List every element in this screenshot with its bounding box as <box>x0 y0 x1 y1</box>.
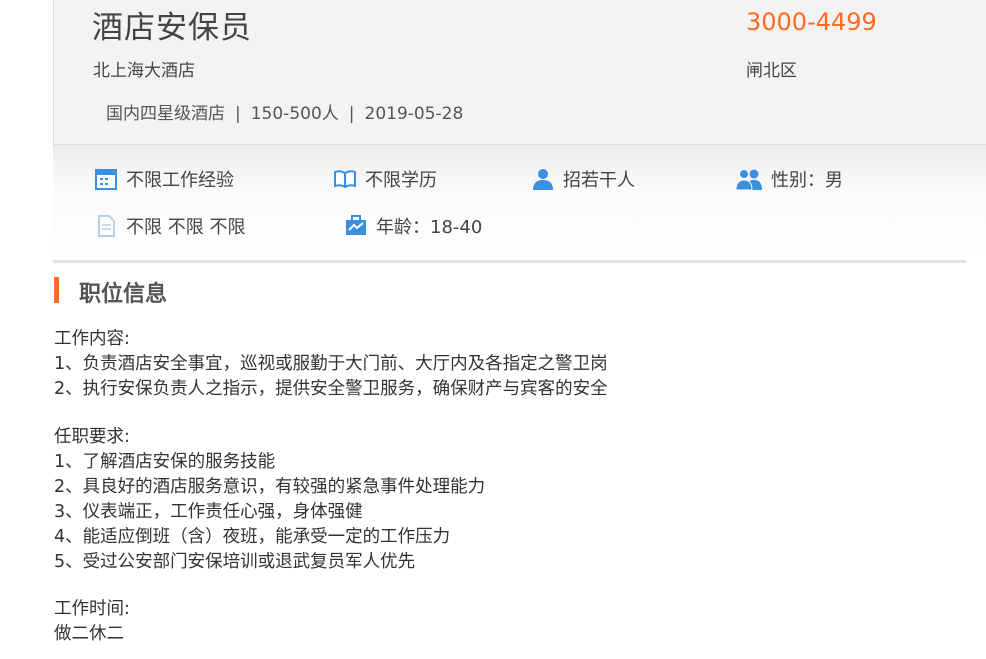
list-item: 1、了解酒店安保的服务技能 <box>54 452 276 472</box>
people-icon <box>735 169 762 191</box>
book-icon <box>334 170 356 189</box>
list-item: 2、执行安保负责人之指示，提供安全警卫服务，确保财产与宾客的安全 <box>54 379 608 399</box>
headcount-text: 招若干人 <box>563 170 635 191</box>
req-age: 年龄：18-40 <box>344 213 482 239</box>
hours-value: 做二休二 <box>54 624 124 644</box>
salary: 3000-4499 <box>746 8 877 36</box>
list-item: 5、受过公安部门安保培训或退武复员军人优先 <box>54 552 416 572</box>
section-divider <box>53 260 966 263</box>
document-icon <box>98 215 115 237</box>
separator: | <box>348 104 355 124</box>
other-text: 不限 不限 不限 <box>126 217 246 238</box>
experience-text: 不限工作经验 <box>126 170 234 191</box>
separator: | <box>235 104 241 124</box>
age-text: 年龄：18-40 <box>376 217 483 238</box>
requirements-heading: 任职要求: <box>54 427 130 447</box>
post-date: 2019-05-28 <box>364 104 464 124</box>
req-gender: 性别：男 <box>735 166 843 192</box>
company-type: 国内四星级酒店 <box>106 104 225 124</box>
briefcase-icon <box>346 215 366 235</box>
requirements-band <box>53 145 986 262</box>
section-title: 职位信息 <box>79 282 168 307</box>
content-heading: 工作内容: <box>54 329 130 349</box>
list-item: 2、具良好的酒店服务意识，有较强的紧急事件处理能力 <box>54 477 486 497</box>
list-item: 3、仪表端正，工作责任心强，身体强健 <box>54 502 363 522</box>
req-headcount: 招若干人 <box>531 166 635 192</box>
calendar-icon <box>95 169 117 190</box>
req-education: 不限学历 <box>333 166 437 192</box>
req-experience: 不限工作经验 <box>94 166 234 192</box>
person-icon <box>533 169 553 190</box>
list-item: 1、负责酒店安全事宜，巡视或服勤于大门前、大厅内及各指定之警卫岗 <box>54 354 608 374</box>
req-other: 不限 不限 不限 <box>94 213 245 239</box>
hours-heading: 工作时间: <box>54 599 130 619</box>
section-accent-bar <box>54 277 59 303</box>
education-text: 不限学历 <box>365 170 437 191</box>
district: 闸北区 <box>746 61 797 81</box>
company-name[interactable]: 北上海大酒店 <box>93 56 195 81</box>
company-size: 150-500人 <box>250 104 339 124</box>
list-item: 4、能适应倒班（含）夜班，能承受一定的工作压力 <box>54 527 451 547</box>
company-meta: 国内四星级酒店 | 150-500人 | 2019-05-28 <box>106 99 463 124</box>
job-title: 酒店安保员 <box>92 10 252 46</box>
gender-text: 性别：男 <box>771 170 843 191</box>
